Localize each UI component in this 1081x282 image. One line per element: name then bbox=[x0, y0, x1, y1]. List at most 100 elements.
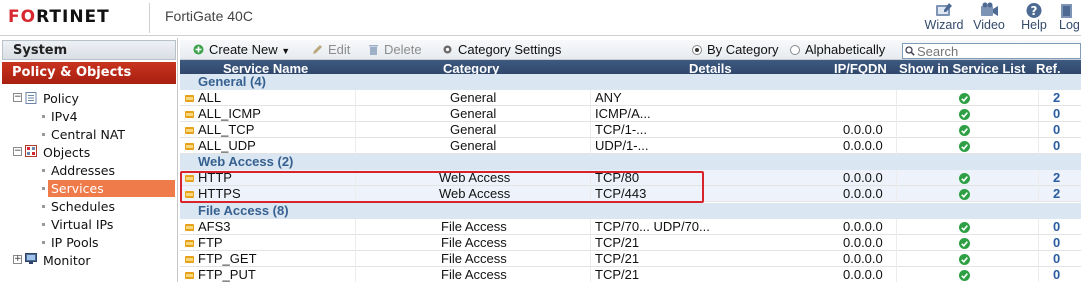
video-button[interactable]: Video bbox=[967, 2, 1011, 34]
tree-item-ipv4[interactable]: IPv4 bbox=[51, 108, 78, 125]
check-icon bbox=[959, 270, 970, 281]
tree-bullet bbox=[42, 187, 45, 190]
tree-item-monitor[interactable]: Monitor bbox=[43, 252, 91, 269]
service-name-cell: AFS3 bbox=[198, 219, 231, 234]
ref-count[interactable]: 0 bbox=[1053, 138, 1060, 153]
category-cell: Web Access bbox=[439, 186, 511, 201]
check-icon bbox=[959, 254, 970, 265]
table-row[interactable]: ALL_ICMP General ICMP/A... 0 bbox=[180, 106, 1081, 122]
logout-button[interactable]: Log bbox=[1054, 2, 1081, 34]
column-divider bbox=[1038, 186, 1039, 202]
column-divider bbox=[590, 170, 591, 186]
ref-count[interactable]: 0 bbox=[1053, 122, 1060, 137]
category-cell: Web Access bbox=[439, 170, 511, 185]
table-row[interactable]: ALL_TCP General TCP/1-... 0.0.0.0 0 bbox=[180, 122, 1081, 138]
ref-count[interactable]: 2 bbox=[1053, 170, 1060, 185]
radio-alphabetically[interactable] bbox=[790, 45, 800, 55]
help-button[interactable]: ? Help bbox=[1012, 2, 1056, 34]
nav-system[interactable]: System bbox=[2, 40, 176, 60]
policy-collapse-toggle[interactable]: − bbox=[13, 93, 22, 102]
details-cell: UDP/1-... bbox=[595, 138, 649, 153]
search-input[interactable] bbox=[917, 44, 1077, 58]
check-icon bbox=[959, 189, 970, 200]
table-row[interactable]: FTP File Access TCP/21 0.0.0.0 0 bbox=[180, 235, 1081, 251]
tree-item-virtual-ips[interactable]: Virtual IPs bbox=[51, 216, 113, 233]
ref-count[interactable]: 0 bbox=[1053, 106, 1060, 121]
tree-item-addresses[interactable]: Addresses bbox=[51, 162, 115, 179]
group-file-access[interactable]: File Access (8) bbox=[180, 203, 1081, 219]
table-row[interactable]: AFS3 File Access TCP/70... UDP/70... 0.0… bbox=[180, 219, 1081, 235]
column-divider bbox=[590, 138, 591, 154]
table-row[interactable]: ALL General ANY 2 bbox=[180, 90, 1081, 106]
objects-collapse-toggle[interactable]: − bbox=[13, 147, 22, 156]
ref-count[interactable]: 2 bbox=[1053, 90, 1060, 105]
service-icon bbox=[185, 256, 194, 263]
tree-item-schedules[interactable]: Schedules bbox=[51, 198, 115, 215]
service-name-cell: HTTPS bbox=[198, 186, 241, 201]
category-settings-button[interactable]: Category Settings bbox=[442, 42, 561, 58]
details-cell: TCP/443 bbox=[595, 186, 647, 201]
details-cell: TCP/21 bbox=[595, 251, 640, 266]
category-cell: General bbox=[450, 106, 497, 121]
table-row[interactable]: HTTP Web Access TCP/80 0.0.0.0 2 bbox=[180, 170, 1081, 186]
table-row[interactable]: FTP_PUT File Access TCP/21 0.0.0.0 0 bbox=[180, 267, 1081, 282]
logo-letter-f: F bbox=[8, 7, 21, 27]
column-divider bbox=[355, 106, 356, 122]
column-divider bbox=[355, 267, 356, 282]
tree-item-ip-pools[interactable]: IP Pools bbox=[51, 234, 99, 251]
ref-count[interactable]: 0 bbox=[1053, 235, 1060, 250]
logo-text: RTINET bbox=[36, 7, 110, 27]
left-navigation: System Policy & Objects − Policy IPv4 Ce… bbox=[0, 38, 178, 282]
category-cell: File Access bbox=[441, 251, 507, 266]
nav-policy-objects[interactable]: Policy & Objects bbox=[2, 62, 176, 84]
column-divider bbox=[1038, 90, 1039, 106]
policy-icon bbox=[25, 92, 37, 104]
ip-fqdn-cell: 0.0.0.0 bbox=[843, 251, 883, 266]
top-header: FORTINET FortiGate 40C Wizard Video ? He… bbox=[0, 0, 1081, 36]
ip-fqdn-cell: 0.0.0.0 bbox=[843, 170, 883, 185]
category-cell: General bbox=[450, 138, 497, 153]
service-icon bbox=[185, 111, 194, 118]
service-icon bbox=[185, 191, 194, 198]
header-divider bbox=[149, 3, 150, 33]
table-row[interactable]: FTP_GET File Access TCP/21 0.0.0.0 0 bbox=[180, 251, 1081, 267]
check-icon bbox=[959, 238, 970, 249]
video-icon bbox=[981, 2, 998, 16]
check-icon bbox=[959, 125, 970, 136]
ref-count[interactable]: 0 bbox=[1053, 251, 1060, 266]
column-divider bbox=[590, 267, 591, 282]
service-name-cell: HTTP bbox=[198, 170, 232, 185]
column-divider bbox=[1038, 251, 1039, 267]
details-cell: TCP/1-... bbox=[595, 122, 648, 137]
service-icon bbox=[185, 272, 194, 279]
wizard-button[interactable]: Wizard bbox=[922, 2, 966, 34]
create-new-button[interactable]: Create New ▼ bbox=[193, 42, 290, 58]
view-by-category-radio[interactable]: By Category bbox=[692, 42, 779, 58]
column-divider bbox=[590, 106, 591, 122]
view-alphabetically-radio[interactable]: Alphabetically bbox=[790, 42, 885, 58]
ip-fqdn-cell: 0.0.0.0 bbox=[843, 219, 883, 234]
monitor-expand-toggle[interactable]: + bbox=[13, 255, 22, 264]
service-icon bbox=[185, 143, 194, 150]
tree-item-central-nat[interactable]: Central NAT bbox=[51, 126, 125, 143]
column-divider bbox=[1038, 170, 1039, 186]
service-icon bbox=[185, 127, 194, 134]
tree-item-policy[interactable]: Policy bbox=[43, 90, 79, 107]
tree-bullet bbox=[42, 205, 45, 208]
group-general[interactable]: General (4) bbox=[180, 74, 1081, 90]
ref-count[interactable]: 2 bbox=[1053, 186, 1060, 201]
column-divider bbox=[590, 251, 591, 267]
tree-bullet bbox=[42, 133, 45, 136]
search-box[interactable] bbox=[902, 43, 1081, 59]
table-row[interactable]: ALL_UDP General UDP/1-... 0.0.0.0 0 bbox=[180, 138, 1081, 154]
tree-item-objects[interactable]: Objects bbox=[43, 144, 90, 161]
group-web-access[interactable]: Web Access (2) bbox=[180, 154, 1081, 170]
edit-button[interactable]: Edit bbox=[312, 42, 350, 58]
ref-count[interactable]: 0 bbox=[1053, 219, 1060, 234]
ref-count[interactable]: 0 bbox=[1053, 267, 1060, 282]
delete-button[interactable]: Delete bbox=[368, 42, 422, 58]
tree-item-services[interactable]: Services bbox=[48, 180, 175, 197]
ip-fqdn-cell: 0.0.0.0 bbox=[843, 186, 883, 201]
radio-by-category[interactable] bbox=[692, 45, 702, 55]
table-row[interactable]: HTTPS Web Access TCP/443 0.0.0.0 2 bbox=[180, 186, 1081, 202]
